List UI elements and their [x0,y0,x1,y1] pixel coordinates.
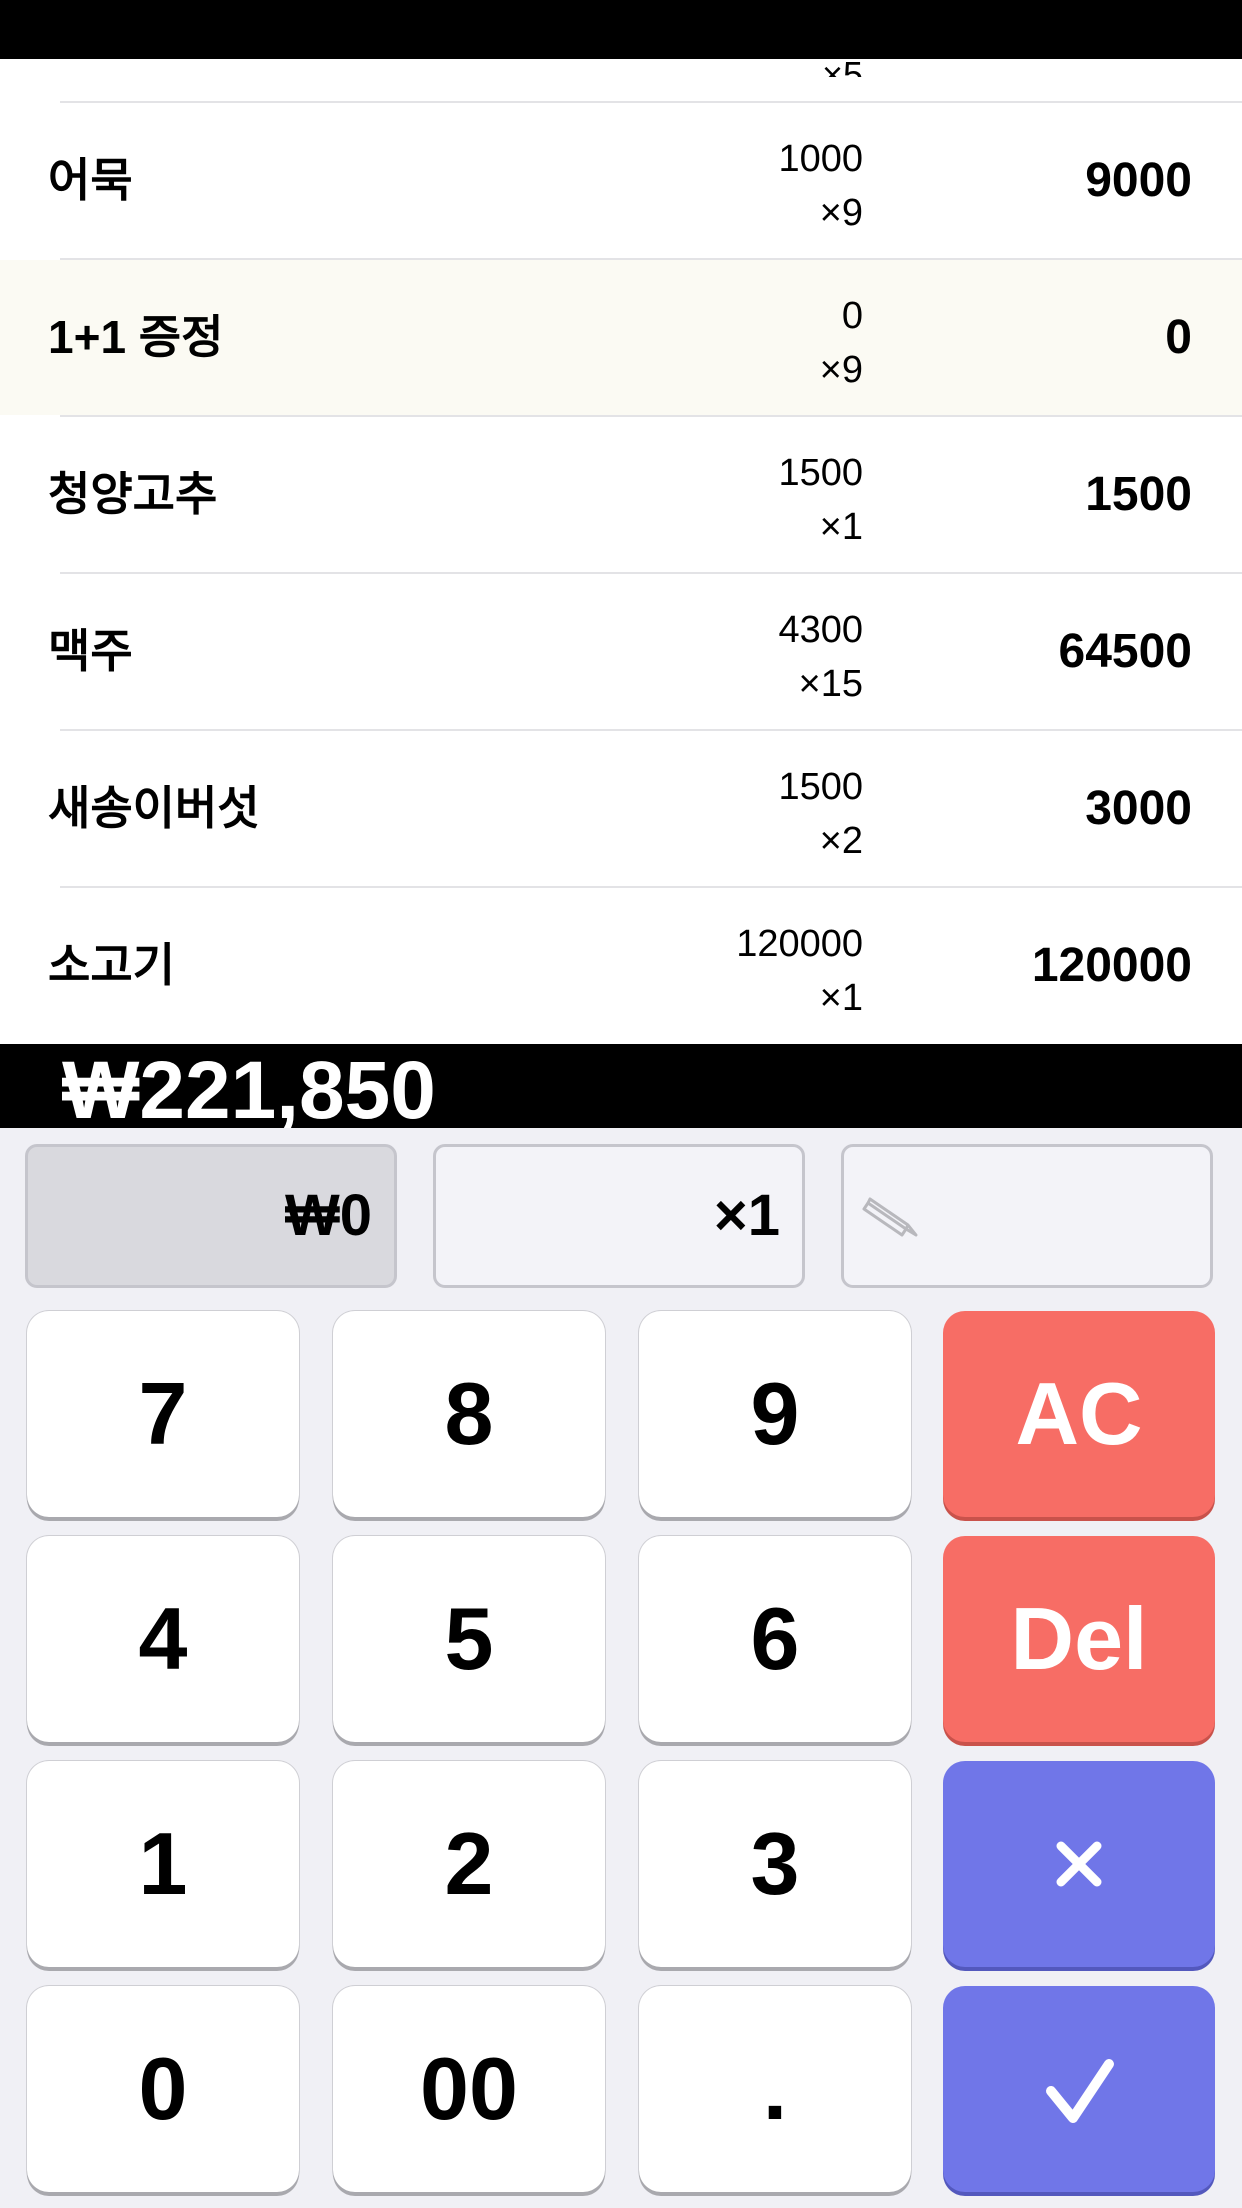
key-2[interactable]: 2 [333,1761,605,1967]
key-6[interactable]: 6 [639,1536,911,1742]
list-item[interactable]: 어묵 1000 ×9 9000 [0,103,1242,258]
key-7[interactable]: 7 [27,1311,299,1517]
item-unit-price: 1500 [778,452,863,494]
item-total: 3000 [1085,782,1192,835]
item-total: 120000 [1031,939,1192,992]
item-name: 맥주 [48,625,133,677]
item-quantity: ×1 [819,977,863,1019]
item-total: 1500 [1085,468,1192,521]
pencil-icon [862,1197,918,1237]
grand-total: ₩221,850 [62,1045,436,1129]
item-unit-price: 1500 [778,766,863,808]
item-total: 9000 [1085,154,1192,207]
item-total: 0 [1165,311,1192,364]
calculator-pad: ₩0 ×1 7 8 9 AC 4 5 6 Del 1 2 3 0 00 . [0,1128,1242,2208]
key-1[interactable]: 1 [27,1761,299,1967]
key-4[interactable]: 4 [27,1536,299,1742]
multiplier-value: ×1 [713,1183,780,1248]
list-item[interactable]: 1+1 증정 0 ×9 0 [0,260,1242,415]
status-bar [0,0,1242,59]
delete-button[interactable]: Del [943,1536,1215,1742]
item-unit-price: 0 [841,295,863,337]
multiply-button[interactable] [943,1761,1215,1967]
note-field[interactable] [841,1144,1213,1288]
multiply-icon [1056,1841,1102,1887]
item-name: 소고기 [48,939,175,991]
list-item[interactable]: 맥주 4300 ×15 64500 [0,574,1242,729]
item-quantity: ×1 [819,506,863,548]
list-item[interactable]: 소고기 120000 ×1 120000 [0,888,1242,1043]
item-quantity: ×15 [798,663,863,705]
item-list[interactable]: ×5 어묵 1000 ×9 9000 1+1 증정 0 ×9 0 청양고추 15… [0,59,1242,1044]
key-9[interactable]: 9 [639,1311,911,1517]
key-5[interactable]: 5 [333,1536,605,1742]
key-decimal[interactable]: . [639,1986,911,2192]
key-0[interactable]: 0 [27,1986,299,2192]
item-quantity: ×9 [819,349,863,391]
all-clear-button[interactable]: AC [943,1311,1215,1517]
key-8[interactable]: 8 [333,1311,605,1517]
item-quantity: ×9 [819,192,863,234]
item-name: 새송이버섯 [48,782,260,834]
item-name: 청양고추 [48,468,218,520]
key-00[interactable]: 00 [333,1986,605,2192]
item-quantity: ×2 [819,820,863,862]
item-name: 어묵 [48,154,133,206]
checkmark-icon [1046,2059,1114,2123]
partial-row-qty: ×5 [822,59,863,77]
multiplier-field[interactable]: ×1 [433,1144,805,1288]
price-value: ₩0 [285,1183,372,1248]
item-total: 64500 [1058,625,1192,678]
key-3[interactable]: 3 [639,1761,911,1967]
item-unit-price: 1000 [778,138,863,180]
grand-total-bar: ₩221,850 [0,1044,1242,1128]
item-unit-price: 120000 [736,923,863,965]
confirm-button[interactable] [943,1986,1215,2192]
item-unit-price: 4300 [778,609,863,651]
list-item[interactable]: 새송이버섯 1500 ×2 3000 [0,731,1242,886]
item-name: 1+1 증정 [48,311,224,363]
price-field[interactable]: ₩0 [25,1144,397,1288]
list-item[interactable]: 청양고추 1500 ×1 1500 [0,417,1242,572]
